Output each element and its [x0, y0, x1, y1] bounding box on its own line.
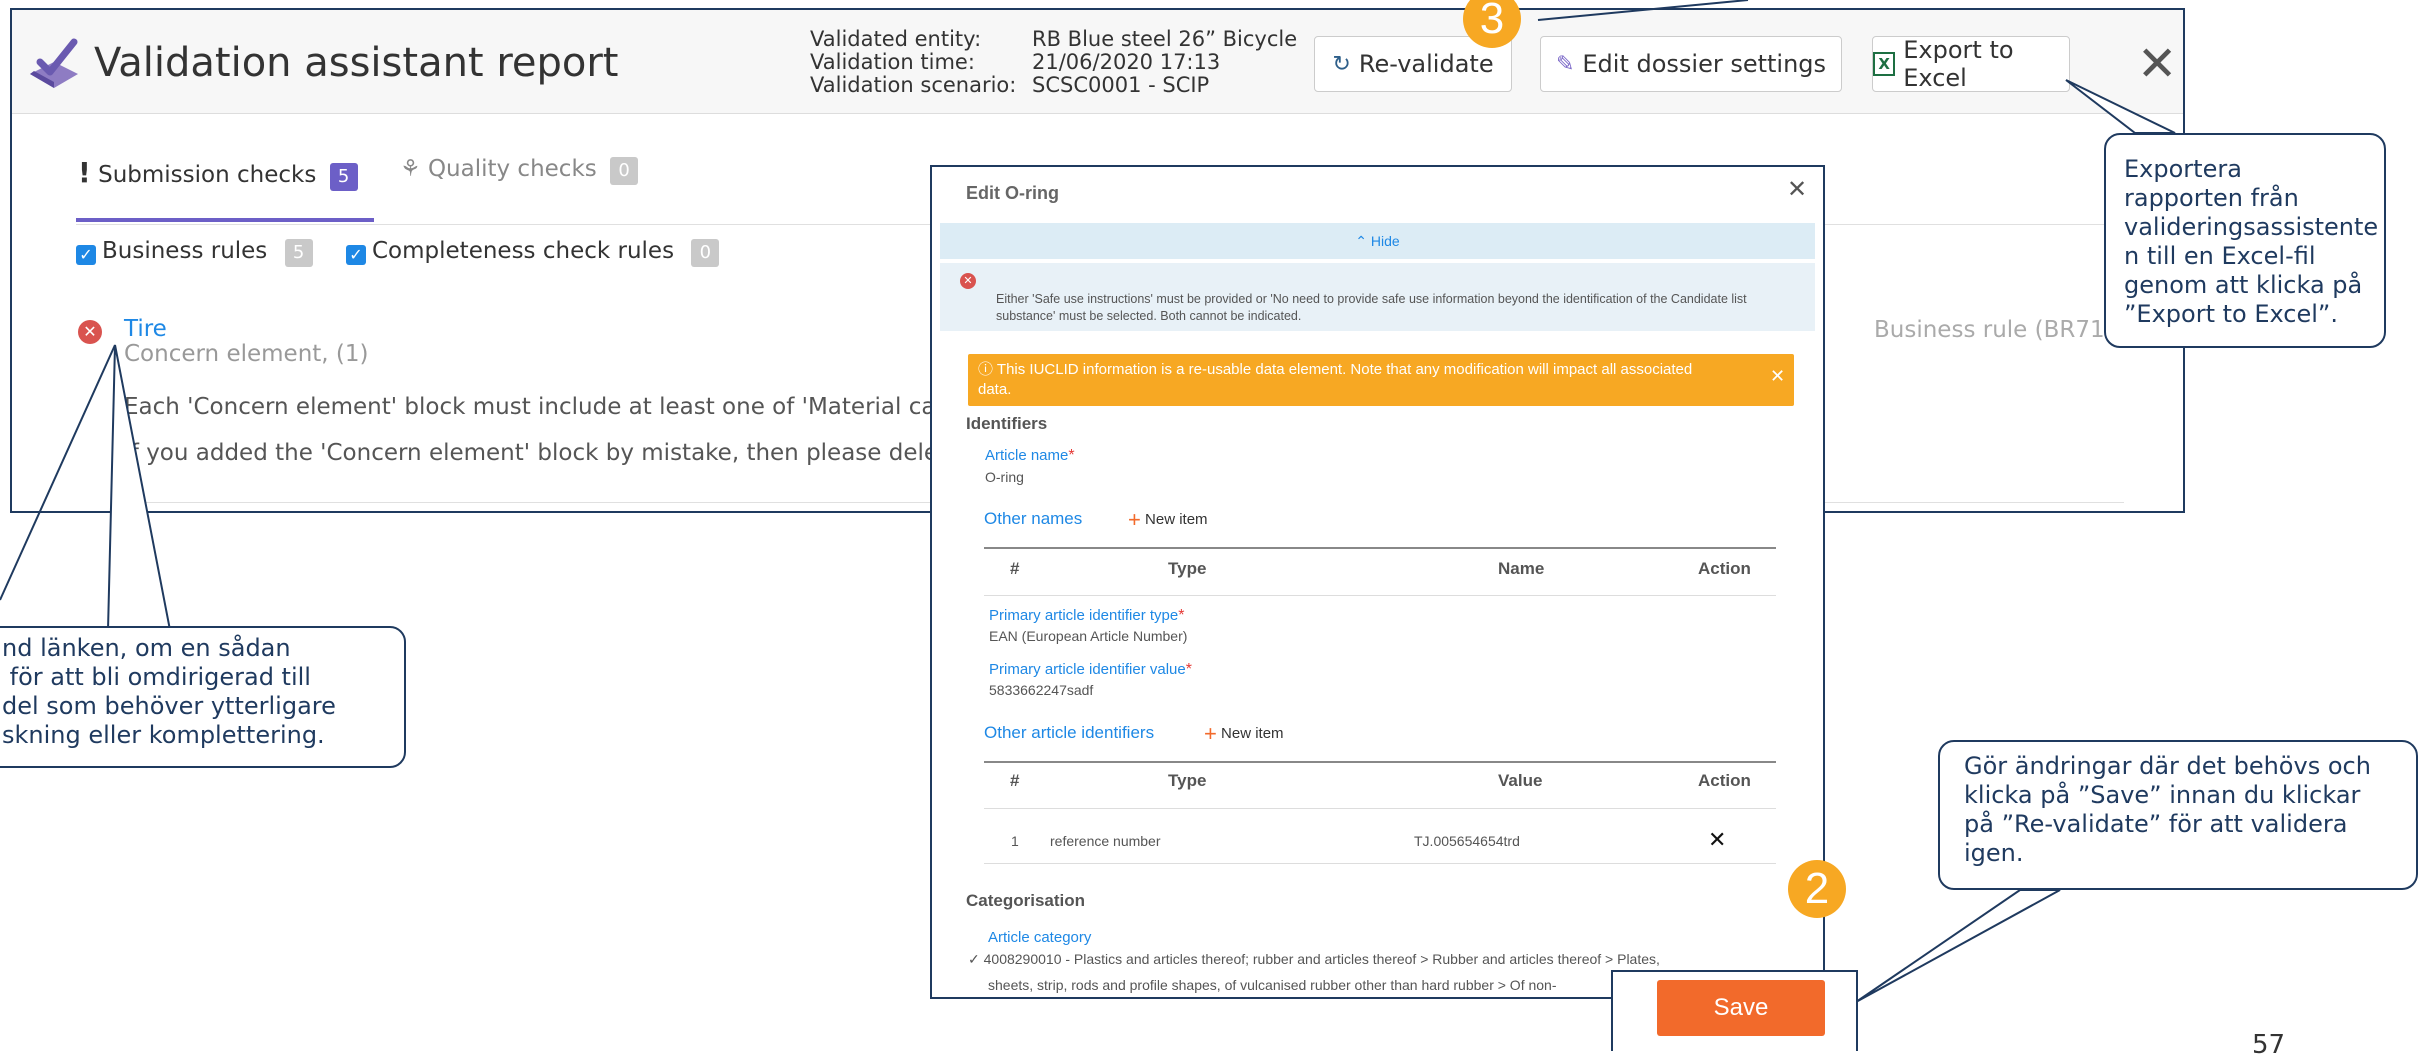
table1-header-action: Action — [1698, 559, 1751, 578]
other-article-identifiers-label: Other article identifiers — [984, 723, 1155, 742]
step-2-badge: 2 — [1788, 860, 1846, 918]
row-value: TJ.005654654trd — [1414, 833, 1520, 849]
table1-bottom-rule — [984, 595, 1776, 596]
new-item-label: New item — [1221, 725, 1284, 742]
identifiers-heading: Identifiers — [966, 414, 1048, 433]
export-callout-text: Exportera rapporten från valideringsassi… — [2124, 155, 2379, 328]
warning-banner: ⓘ This IUCLID information is a re-usable… — [968, 354, 1794, 406]
required-mark: * — [1185, 661, 1192, 678]
link-callout-line-3: del som behöver ytterligare — [2, 692, 336, 720]
delete-row-icon[interactable]: ✕ — [1708, 827, 1726, 853]
table-row: 1 reference number TJ.005654654trd ✕ — [984, 815, 1776, 867]
primary-identifier-type-field[interactable]: Primary article identifier type* EAN (Eu… — [989, 607, 1187, 644]
hide-toggle[interactable]: ⌃ Hide — [940, 223, 1815, 259]
link-callout-line-1: nd länken, om en sådan — [2, 634, 291, 662]
table2-header-type: Type — [1168, 771, 1207, 790]
num3-pointer-line — [1537, 0, 1749, 21]
save-button-frame: Save — [1611, 970, 1858, 1051]
hide-label: Hide — [1370, 233, 1400, 249]
export-callout: Exportera rapporten från valideringsassi… — [2104, 133, 2386, 348]
table1-top-rule — [984, 547, 1776, 549]
table2-header-rule — [984, 808, 1776, 809]
primary-identifier-type-label: Primary article identifier type — [989, 607, 1179, 624]
save-button[interactable]: Save — [1657, 980, 1825, 1036]
error-small-icon: ✕ — [960, 273, 976, 289]
article-category-label: Article category — [988, 929, 1092, 946]
table2-header-action: Action — [1698, 771, 1751, 790]
table1-header-type: Type — [1168, 559, 1207, 578]
primary-identifier-value-field[interactable]: Primary article identifier value* 583366… — [989, 661, 1192, 698]
categorisation-heading: Categorisation — [966, 891, 1086, 910]
close-modal-icon[interactable]: ✕ — [1787, 175, 1807, 204]
link-callout-line-4: skning eller komplettering. — [2, 721, 325, 749]
modal-header: Edit O-ring ✕ — [932, 167, 1823, 219]
check-icon: ✓ — [968, 951, 980, 967]
table2-header-num: # — [1010, 771, 1020, 790]
required-mark: * — [1068, 447, 1075, 464]
row-type: reference number — [1050, 833, 1161, 849]
link-callout-pointer-line — [0, 344, 116, 601]
save-callout-pointer — [1855, 889, 2061, 1003]
other-names-label: Other names — [984, 509, 1083, 528]
article-name-value: O-ring — [985, 469, 1024, 485]
link-callout-pointer — [106, 344, 172, 631]
article-name-label: Article name — [985, 447, 1069, 464]
export-callout-pointer — [2065, 79, 2176, 134]
new-item-label: New item — [1145, 511, 1208, 528]
article-category-line-2: sheets, strip, rods and profile shapes, … — [988, 977, 1557, 993]
plus-icon: + — [1204, 721, 1217, 746]
error-box: ✕ Either 'Safe use instructions' must be… — [940, 263, 1815, 331]
error-message: Either 'Safe use instructions' must be p… — [996, 292, 1747, 323]
save-callout: Gör ändringar där det behövs och klicka … — [1938, 740, 2418, 890]
modal-title: Edit O-ring — [966, 183, 1059, 203]
table2-header-value: Value — [1498, 771, 1543, 790]
table1-header-name: Name — [1498, 559, 1545, 578]
warning-message: This IUCLID information is a re-usable d… — [978, 361, 1693, 398]
other-identifiers-new-item-button[interactable]: + New item — [1204, 721, 1284, 747]
article-category-value-1: 4008290010 - Plastics and articles there… — [983, 951, 1660, 967]
info-icon: ⓘ — [978, 361, 994, 378]
table2-bottom-rule — [984, 863, 1776, 864]
warning-text: ⓘ This IUCLID information is a re-usable… — [978, 360, 1718, 400]
table2-top-rule — [984, 761, 1776, 763]
other-names-new-item-button[interactable]: + New item — [1128, 507, 1208, 533]
required-mark: * — [1178, 607, 1185, 624]
primary-identifier-type-value: EAN (European Article Number) — [989, 628, 1188, 644]
article-name-field[interactable]: Article name* O-ring — [985, 447, 1075, 485]
row-num: 1 — [1011, 833, 1019, 849]
chevron-up-icon: ⌃ — [1355, 233, 1368, 249]
article-category-line-1: ✓ 4008290010 - Plastics and articles the… — [968, 951, 1660, 968]
plus-icon: + — [1128, 507, 1141, 532]
edit-o-ring-modal: Edit O-ring ✕ ⌃ Hide ✕ Either 'Safe use … — [930, 165, 1825, 999]
link-callout-line-2: för att bli omdirigerad till — [2, 663, 311, 691]
primary-identifier-value-label: Primary article identifier value — [989, 661, 1186, 678]
link-callout: nd länken, om en sådan för att bli omdir… — [0, 626, 406, 768]
close-warning-icon[interactable]: ✕ — [1770, 366, 1785, 387]
save-callout-text: Gör ändringar där det behövs och klicka … — [1964, 752, 2371, 867]
table1-header-num: # — [1010, 559, 1020, 578]
primary-identifier-value-value: 5833662247sadf — [989, 682, 1094, 698]
page-number: 57 — [2252, 1030, 2286, 1060]
